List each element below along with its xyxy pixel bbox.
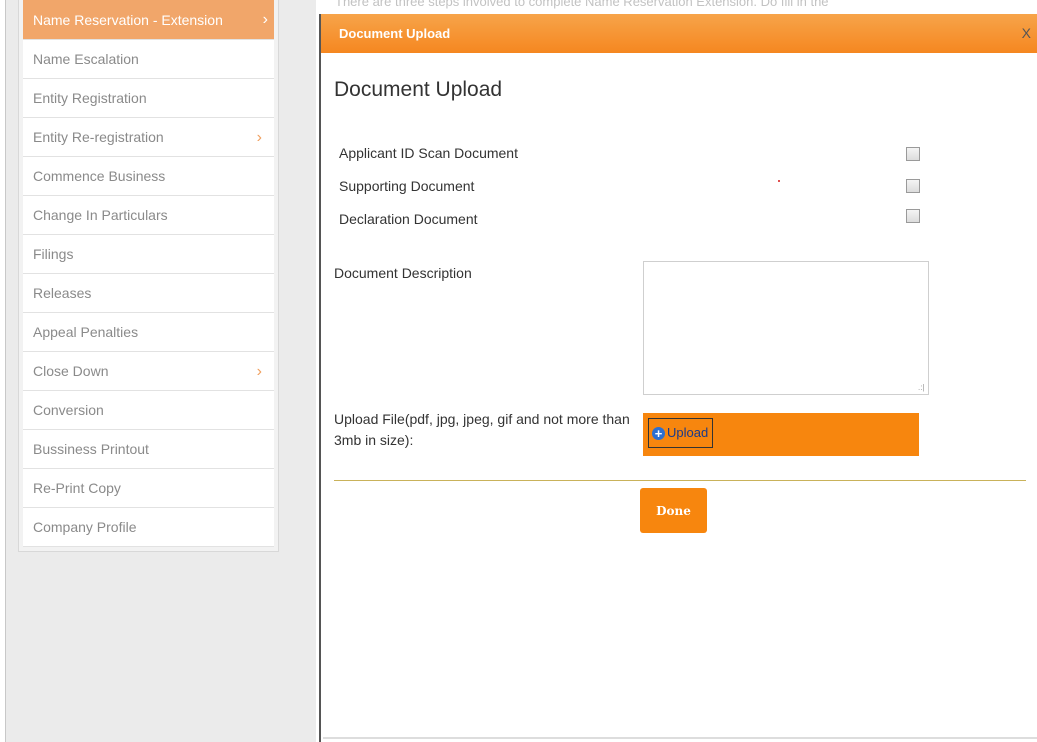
sidebar-item-label: Filings	[33, 246, 74, 262]
sidebar-item-label: Appeal Penalties	[33, 324, 139, 340]
chevron-right-icon: ›	[256, 363, 262, 380]
document-label-applicant-id: Applicant ID Scan Document	[339, 145, 518, 161]
description-textarea[interactable]	[643, 261, 929, 395]
sidebar-item-commence-business[interactable]: Commence Business	[23, 157, 274, 196]
sidebar-item-label: Conversion	[33, 402, 104, 418]
upload-file-label: Upload File(pdf, jpg, jpeg, gif and not …	[334, 411, 630, 448]
close-button[interactable]: X	[1022, 14, 1031, 53]
sidebar-item-entity-re-registration[interactable]: Entity Re-registration ›	[23, 118, 274, 157]
sidebar-item-label: Entity Re-registration	[33, 129, 164, 145]
sidebar-item-label: Releases	[33, 285, 92, 301]
sidebar-item-releases[interactable]: Releases	[23, 274, 274, 313]
sidebar-item-label: Change In Particulars	[33, 207, 168, 223]
sidebar-item-label: Entity Registration	[33, 90, 147, 106]
sidebar-item-name-reservation-extension[interactable]: Name Reservation - Extension ›	[23, 0, 274, 40]
sidebar-item-bussiness-printout[interactable]: Bussiness Printout	[23, 430, 274, 469]
dialog-header-title: Document Upload	[339, 26, 451, 41]
page: Name Reservation - Extension › Name Esca…	[0, 0, 1037, 742]
sidebar-item-label: Re-Print Copy	[33, 480, 121, 496]
document-label-supporting: Supporting Document	[339, 178, 475, 194]
dialog-bottom-border	[323, 737, 1037, 739]
sidebar-item-label: Company Profile	[33, 519, 137, 535]
upload-button-label: Upload	[667, 425, 709, 440]
sidebar-item-name-escalation[interactable]: Name Escalation	[23, 40, 274, 79]
sidebar-item-label: Commence Business	[33, 168, 166, 184]
checkbox-declaration[interactable]	[906, 209, 920, 223]
background-instructions-text: There are three steps involved to comple…	[335, 0, 829, 9]
chevron-right-icon: ›	[256, 129, 262, 146]
done-button[interactable]: Done	[640, 488, 707, 533]
document-label-declaration: Declaration Document	[339, 211, 478, 227]
sidebar-item-company-profile[interactable]: Company Profile	[23, 508, 274, 547]
sidebar-item-label: Name Reservation - Extension	[33, 12, 223, 28]
sidebar-item-appeal-penalties[interactable]: Appeal Penalties	[23, 313, 274, 352]
sidebar-item-conversion[interactable]: Conversion	[23, 391, 274, 430]
checkbox-applicant-id[interactable]	[906, 147, 920, 161]
sidebar-item-label: Bussiness Printout	[33, 441, 149, 457]
sidebar-item-label: Close Down	[33, 363, 109, 379]
chevron-right-icon: ›	[262, 11, 268, 28]
upload-button[interactable]: + Upload	[648, 418, 714, 448]
upload-bar: + Upload	[643, 413, 919, 456]
document-upload-dialog: Document Upload X Document Upload Applic…	[319, 14, 1037, 742]
sidebar-item-close-down[interactable]: Close Down ›	[23, 352, 274, 391]
stray-dot	[778, 180, 780, 182]
dialog-title: Document Upload	[334, 78, 503, 101]
plus-icon: +	[652, 427, 665, 441]
sidebar-item-entity-registration[interactable]: Entity Registration	[23, 79, 274, 118]
sidebar-item-filings[interactable]: Filings	[23, 235, 274, 274]
dialog-header: Document Upload X	[321, 14, 1037, 53]
divider	[334, 480, 1026, 481]
description-label: Document Description	[334, 265, 472, 281]
checkbox-supporting[interactable]	[906, 179, 920, 193]
sidebar-menu: Name Reservation - Extension › Name Esca…	[18, 0, 279, 552]
sidebar-item-change-in-particulars[interactable]: Change In Particulars	[23, 196, 274, 235]
sidebar-item-label: Name Escalation	[33, 51, 139, 67]
sidebar-item-re-print-copy[interactable]: Re-Print Copy	[23, 469, 274, 508]
